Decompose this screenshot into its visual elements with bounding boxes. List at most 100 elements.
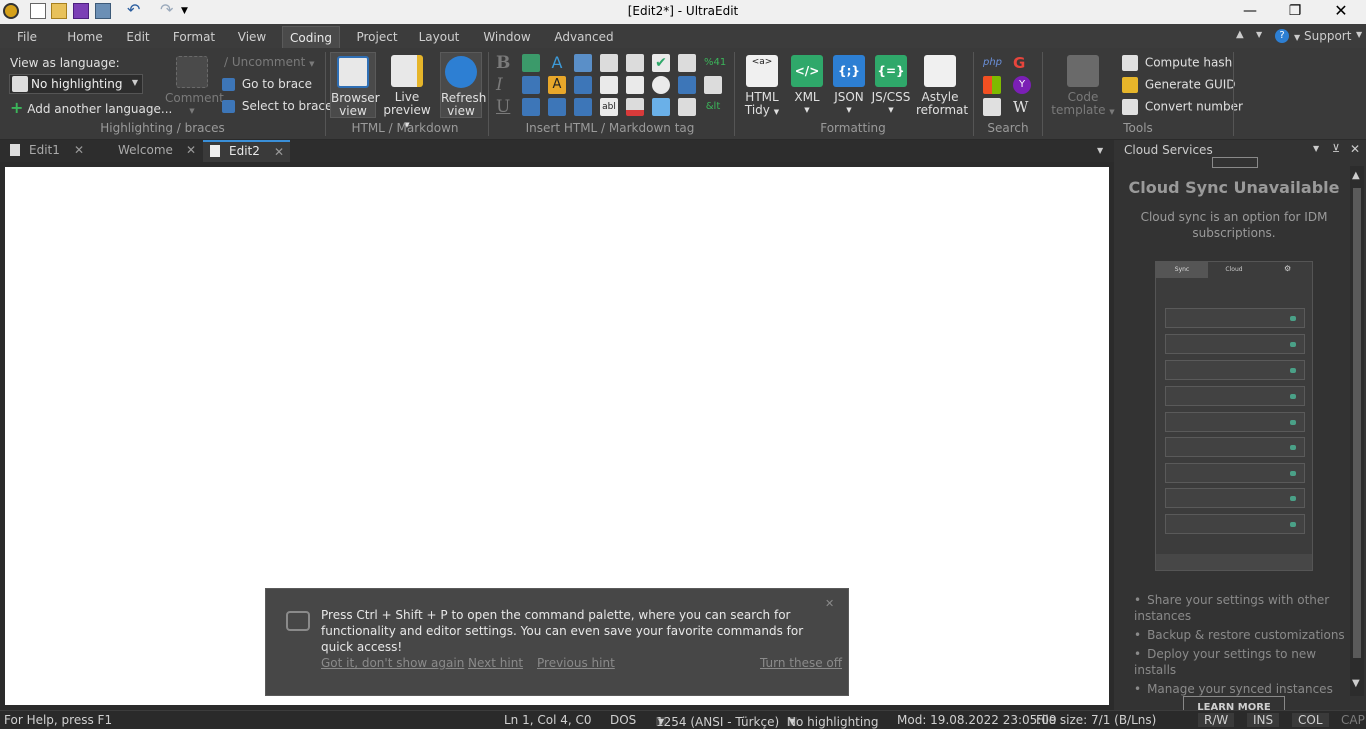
status-col[interactable]: COL	[1292, 713, 1329, 727]
close-tab-icon[interactable]: ✕	[274, 145, 284, 159]
numbered-list-icon[interactable]	[522, 76, 540, 94]
close-hint-icon[interactable]: ✕	[825, 597, 834, 610]
special-char-icon[interactable]: %41	[704, 54, 726, 72]
status-position[interactable]: Ln 1, Col 4, C0	[504, 713, 592, 727]
php-search-icon[interactable]: php	[983, 54, 1002, 72]
tab-layout[interactable]: Layout	[414, 26, 464, 48]
encode-icon[interactable]: &lt	[704, 98, 722, 116]
font-color-icon[interactable]: A	[548, 54, 566, 72]
json-button[interactable]: {;} JSON ▼	[830, 55, 868, 117]
italic-icon[interactable]: I	[496, 76, 514, 94]
insert-link-icon[interactable]	[678, 54, 696, 72]
google-search-icon[interactable]: G	[1013, 54, 1031, 72]
close-window-button[interactable]: ✕	[1318, 0, 1364, 24]
tab-edit[interactable]: Edit	[120, 26, 156, 48]
tab-view[interactable]: View	[232, 26, 272, 48]
microsoft-search-icon[interactable]	[983, 76, 1001, 94]
uncomment-button[interactable]: ∕ Uncomment ▼	[224, 55, 315, 69]
chevron-down-icon[interactable]: ▼	[1356, 30, 1362, 39]
media-icon[interactable]	[678, 98, 696, 116]
turn-off-hints-link[interactable]: Turn these off	[760, 656, 842, 670]
tab-file[interactable]: File	[8, 26, 46, 48]
xml-button[interactable]: </> XML ▼	[788, 55, 826, 117]
status-ins[interactable]: INS	[1247, 713, 1280, 727]
scroll-thumb[interactable]	[1353, 188, 1361, 658]
code-search-icon[interactable]	[983, 98, 1001, 116]
support-menu[interactable]: ▼ Support	[1294, 29, 1351, 43]
align-center-icon[interactable]	[574, 54, 592, 72]
status-rw[interactable]: R/W	[1198, 713, 1235, 727]
textbox-icon[interactable]: abl	[600, 98, 618, 116]
astyle-button[interactable]: Astyle reformat	[916, 55, 968, 117]
justify-icon[interactable]	[574, 98, 592, 116]
tab-coding[interactable]: Coding	[282, 26, 340, 48]
wikipedia-search-icon[interactable]: W	[1013, 98, 1031, 116]
picture-icon[interactable]	[652, 98, 670, 116]
code-template-button[interactable]: Code template ▼	[1050, 55, 1116, 119]
insert-image-icon[interactable]	[600, 54, 618, 72]
input-field-icon[interactable]	[600, 76, 618, 94]
cloud-sync-subtitle: Cloud sync is an option for IDM subscrip…	[1140, 210, 1328, 240]
list-item: Share your settings with other instances	[1134, 592, 1356, 624]
tab-advanced[interactable]: Advanced	[552, 26, 616, 48]
collapse-ribbon-icon[interactable]: ▲	[1236, 29, 1244, 40]
close-tab-icon[interactable]: ✕	[74, 143, 84, 157]
status-line-ending[interactable]: DOS	[610, 713, 636, 727]
tab-project[interactable]: Project	[350, 26, 404, 48]
previous-hint-link[interactable]: Previous hint	[537, 656, 615, 670]
radio-button-icon[interactable]	[652, 76, 670, 94]
tab-list-dropdown-icon[interactable]: ▼	[1097, 146, 1103, 155]
panel-scrollbar[interactable]: ▲ ▼	[1350, 166, 1364, 696]
highlight-icon[interactable]: A	[548, 76, 566, 94]
password-field-icon[interactable]	[626, 76, 644, 94]
lock-icon[interactable]	[704, 76, 722, 94]
doc-tab-edit2[interactable]: Edit2 ✕	[203, 140, 290, 162]
browser-view-button[interactable]: Browser view	[330, 52, 380, 118]
scroll-down-icon[interactable]: ▼	[1352, 678, 1360, 689]
minimize-button[interactable]: —	[1227, 0, 1273, 24]
checkbox-icon[interactable]: ✔	[652, 54, 670, 72]
comment-button[interactable]: Comment ▼	[165, 56, 224, 118]
refresh-view-button[interactable]: Refresh view	[440, 52, 486, 118]
restore-button[interactable]: ❐	[1272, 0, 1318, 24]
next-hint-link[interactable]: Next hint	[468, 656, 523, 670]
tab-format[interactable]: Format	[168, 26, 220, 48]
tab-home[interactable]: Home	[62, 26, 108, 48]
bold-icon[interactable]: B	[496, 54, 514, 72]
underline-icon[interactable]: U	[496, 98, 514, 116]
generate-guid-button[interactable]: Generate GUID	[1122, 77, 1236, 93]
select-to-brace-button[interactable]: Select to brace	[222, 99, 332, 113]
code-template-label-row: template ▼	[1050, 104, 1116, 119]
doc-tab-edit1[interactable]: Edit1 ✕	[0, 140, 90, 162]
pin-icon[interactable]: ⊻	[1332, 142, 1340, 155]
compute-hash-button[interactable]: Compute hash	[1122, 55, 1232, 71]
html-tidy-button[interactable]: <a> HTML Tidy ▼	[740, 55, 784, 119]
got-it-link[interactable]: Got it, don't show again	[321, 656, 464, 670]
status-encoding[interactable]: 1254 (ANSI - Türkçe) ▼	[656, 713, 779, 729]
align-right-icon[interactable]	[574, 76, 592, 94]
table-icon[interactable]	[626, 54, 644, 72]
status-highlighting[interactable]: No highlighting ▼	[787, 713, 878, 729]
close-tab-icon[interactable]: ✕	[186, 143, 196, 157]
learn-more-button[interactable]: LEARN MORE	[1183, 696, 1285, 710]
go-to-brace-button[interactable]: Go to brace	[222, 77, 312, 91]
bullet-list-icon[interactable]	[522, 98, 540, 116]
chevron-down-icon[interactable]: ▼	[1313, 144, 1319, 153]
doc-tab-welcome[interactable]: Welcome ✕	[102, 140, 202, 162]
add-language-button[interactable]: + Add another language...	[10, 98, 172, 117]
close-panel-icon[interactable]: ✕	[1350, 142, 1360, 156]
anchor-icon[interactable]	[678, 76, 696, 94]
align-left-icon[interactable]	[548, 98, 566, 116]
chevron-down-icon[interactable]: ▼	[1256, 30, 1262, 39]
language-select[interactable]: No highlighting ▼	[9, 74, 143, 94]
list-indent-icon[interactable]	[522, 54, 540, 72]
preview-row	[1165, 412, 1305, 432]
tab-window[interactable]: Window	[478, 26, 536, 48]
preview-row	[1165, 360, 1305, 380]
form-icon[interactable]	[626, 98, 644, 116]
convert-number-button[interactable]: Convert number	[1122, 99, 1243, 115]
jscss-button[interactable]: {=} JS/CSS ▼	[870, 55, 912, 117]
yahoo-search-icon[interactable]: Y	[1013, 76, 1031, 94]
help-icon[interactable]: ?	[1275, 29, 1289, 43]
scroll-up-icon[interactable]: ▲	[1352, 170, 1360, 181]
